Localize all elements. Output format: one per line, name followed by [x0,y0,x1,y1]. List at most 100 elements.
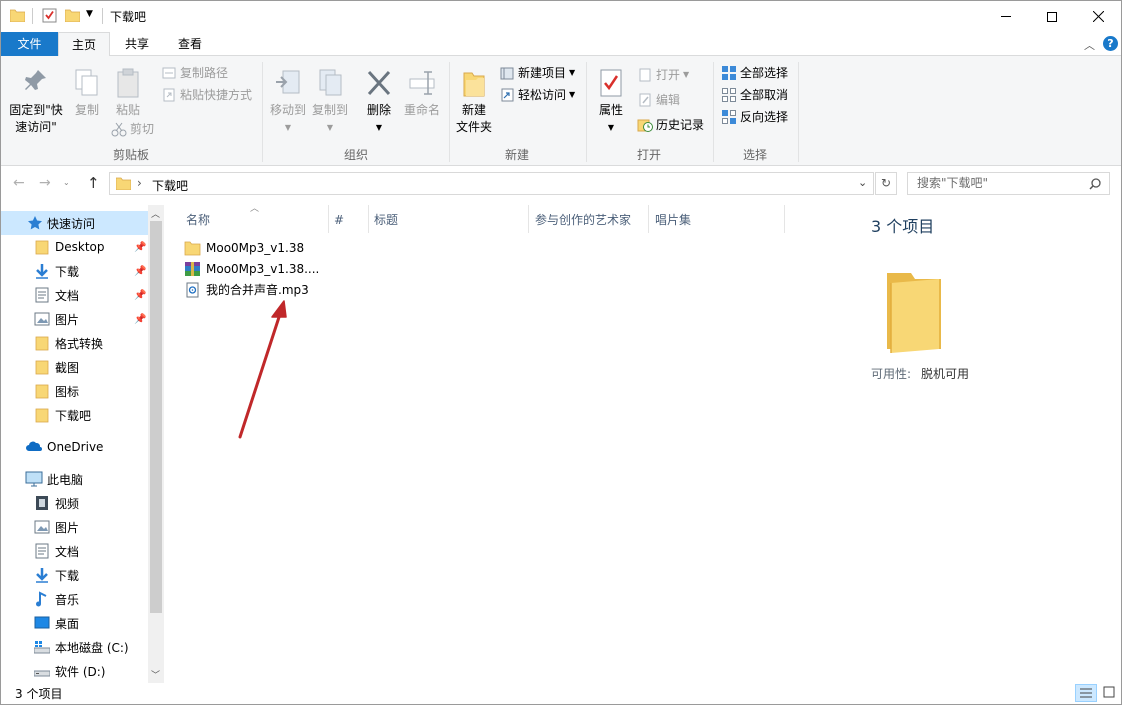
qat-dropdown-icon[interactable]: ▼ [86,9,93,19]
nav-label: 图片 [55,311,79,328]
music-icon [34,591,50,607]
up-icon[interactable]: ↑ [87,174,100,192]
tab-file[interactable]: 文件 [1,32,58,56]
nav-item-documents[interactable]: 文档 📌 [1,283,148,307]
pin-icon[interactable]: 📌 [134,266,146,277]
refresh-button[interactable]: ↻ [875,172,897,195]
nav-item-drive-c[interactable]: 本地磁盘 (C:) [1,635,148,659]
column-divider[interactable] [328,205,329,233]
open-button[interactable]: 打开 ▼ [637,65,689,85]
pin-icon[interactable]: 📌 [134,242,146,253]
column-header-album[interactable]: 唱片集 [655,208,691,232]
history-button[interactable]: 历史记录 [637,115,704,135]
column-divider[interactable] [648,205,649,233]
nav-item-pc-pictures[interactable]: 图片 [1,515,148,539]
rename-button[interactable]: 重命名 [401,68,443,119]
nav-onedrive[interactable]: OneDrive [1,435,148,459]
nav-label: 图标 [55,383,79,400]
new-folder-qat-icon[interactable] [65,9,80,22]
nav-item-format-convert[interactable]: 格式转换 [1,331,148,355]
file-row[interactable]: Moo0Mp3_v1.38.... [184,258,319,279]
chevron-down-icon: ▼ [309,119,351,136]
new-item-button[interactable]: 新建项目 ▼ [499,63,575,83]
paste-label: 粘贴 [109,102,147,119]
folder-icon [35,359,51,375]
pin-icon[interactable]: 📌 [134,314,146,325]
nav-quick-access[interactable]: 快速访问 [1,211,148,235]
divider [798,62,799,162]
nav-label: OneDrive [47,440,103,454]
window-title: 下载吧 [110,8,146,25]
column-divider[interactable] [528,205,529,233]
column-header-name[interactable]: 名称 [186,208,210,232]
nav-scrollbar[interactable]: ︿ ﹀ [148,205,164,683]
status-item-count: 3 个项目 [15,685,62,702]
recent-locations-icon[interactable]: ⌄ [63,178,70,187]
details-pane: 3 个项目 可用性: 脱机可用 [847,205,1121,683]
nav-item-icons[interactable]: 图标 [1,379,148,403]
address-bar[interactable]: › 下载吧 ⌄ [109,172,874,195]
pin-icon[interactable]: 📌 [134,290,146,301]
select-all-button[interactable]: 全部选择 [721,63,788,83]
pin-quick-access-button[interactable]: 固定到"快 速访问" [5,68,67,136]
file-row[interactable]: Moo0Mp3_v1.38 [184,237,304,258]
select-none-icon [721,87,737,103]
nav-this-pc[interactable]: 此电脑 [1,467,148,491]
scroll-down-icon[interactable]: ﹀ [151,668,160,681]
delete-button[interactable]: 删除 ▼ [361,68,397,136]
nav-item-desktop[interactable]: Desktop 📌 [1,235,148,259]
explorer-window: ▼ 下载吧 文件 主页 共享 查看 ︿ ? 固定到"快 速访问" 复制 [0,0,1122,705]
tab-view[interactable]: 查看 [165,32,215,56]
nav-item-xiazaiba[interactable]: 下载吧 [1,403,148,427]
maximize-button[interactable] [1029,1,1075,32]
details-view-icon [1076,685,1096,701]
pin-label-line1: 固定到"快 [5,102,67,119]
breadcrumb-current[interactable]: 下载吧 [152,177,188,194]
nav-item-videos[interactable]: 视频 [1,491,148,515]
nav-item-downloads[interactable]: 下载 📌 [1,259,148,283]
details-view-button[interactable] [1075,684,1097,702]
column-header-artist[interactable]: 参与创作的艺术家 [535,208,631,232]
column-divider[interactable] [784,205,785,233]
help-icon[interactable]: ? [1103,36,1118,51]
back-icon[interactable]: ← [13,175,25,191]
new-folder-button[interactable]: 新建 文件夹 [453,68,495,136]
scroll-up-icon[interactable]: ︿ [151,207,160,220]
close-button[interactable] [1075,1,1121,32]
column-divider[interactable] [368,205,369,233]
nav-item-pc-desktop[interactable]: 桌面 [1,611,148,635]
copy-button[interactable]: 复制 [69,68,105,119]
column-header-title[interactable]: 标题 [374,208,398,232]
properties-button[interactable]: 属性 ▼ [593,68,629,136]
collapse-ribbon-icon[interactable]: ︿ [1084,37,1095,53]
select-none-button[interactable]: 全部取消 [721,85,788,105]
easy-access-button[interactable]: 轻松访问 ▼ [499,85,575,105]
copy-path-button[interactable]: 复制路径 [161,63,228,83]
scroll-thumb[interactable] [150,221,162,613]
nav-item-pc-documents[interactable]: 文档 [1,539,148,563]
paste-shortcut-button[interactable]: 粘贴快捷方式 [161,85,252,105]
paste-button[interactable]: 粘贴 [109,68,147,119]
tab-home[interactable]: 主页 [58,32,110,57]
cut-button[interactable]: 剪切 [111,119,154,139]
large-icons-view-button[interactable] [1100,684,1120,702]
move-to-button[interactable]: 移动到 ▼ [267,68,309,136]
nav-item-pc-downloads[interactable]: 下载 [1,563,148,587]
column-header-number[interactable]: # [334,208,344,232]
nav-item-pictures[interactable]: 图片 📌 [1,307,148,331]
close-icon [1093,11,1104,22]
search-input[interactable]: 搜索"下载吧" [907,172,1110,195]
properties-qat-icon[interactable] [42,8,57,23]
paste-shortcut-label: 粘贴快捷方式 [180,85,252,105]
invert-selection-button[interactable]: 反向选择 [721,107,788,127]
forward-icon[interactable]: → [39,175,51,191]
minimize-button[interactable] [983,1,1029,32]
tab-share[interactable]: 共享 [113,32,161,56]
nav-item-screenshots[interactable]: 截图 [1,355,148,379]
nav-label: 视频 [55,495,79,512]
nav-item-drive-d[interactable]: 软件 (D:) [1,659,148,683]
address-dropdown-icon[interactable]: ⌄ [858,176,867,189]
edit-button[interactable]: 编辑 [637,90,680,110]
copy-to-button[interactable]: 复制到 ▼ [309,68,351,136]
nav-item-music[interactable]: 音乐 [1,587,148,611]
